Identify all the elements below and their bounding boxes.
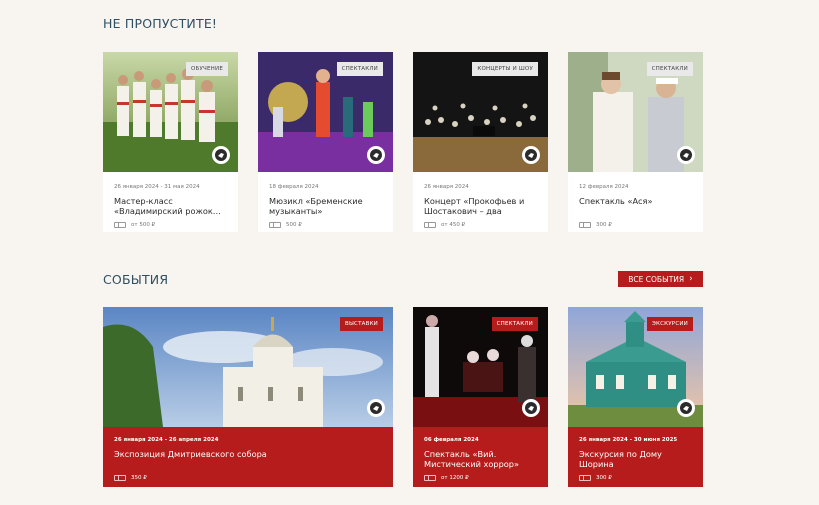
event-card[interactable]: ВЫСТАВКИ 26 января 2024 - 26 апреля 2024… (103, 307, 393, 487)
share-icon[interactable] (367, 399, 385, 417)
share-icon[interactable] (212, 146, 230, 164)
ticket-icon (579, 222, 591, 228)
event-price: 300 ₽ (579, 222, 692, 228)
event-price: от 450 ₽ (424, 222, 537, 228)
event-card[interactable]: ЭКСКУРСИИ 26 января 2024 - 30 июня 2025 … (568, 307, 703, 487)
event-title[interactable]: Мюзикл «Бременские музыканты» (269, 196, 382, 216)
event-date: 12 февраля 2024 (579, 184, 629, 190)
event-price: 500 ₽ (269, 222, 382, 228)
section-title-dont-miss: НЕ ПРОПУСТИТЕ! (103, 16, 218, 31)
price-value: от 500 ₽ (131, 222, 156, 228)
event-title[interactable]: Мастер-класс «Владимирский рожок… (114, 196, 227, 216)
event-title[interactable]: Спектакль «Ася» (579, 196, 692, 216)
price-value: от 450 ₽ (441, 222, 466, 228)
event-title[interactable]: Концерт «Прокофьев и Шостакович – два зе… (424, 196, 537, 216)
event-card[interactable]: КОНЦЕРТЫ И ШОУ 26 января 2024 Концерт «П… (413, 52, 548, 232)
category-badge: СПЕКТАКЛИ (491, 317, 538, 331)
share-icon[interactable] (677, 399, 695, 417)
event-card[interactable]: СПЕКТАКЛИ 18 февраля 2024 Мюзикл «Бремен… (258, 52, 393, 232)
price-value: 300 ₽ (596, 475, 612, 481)
all-events-button[interactable]: ВСЕ СОБЫТИЯ › (618, 271, 703, 287)
share-icon[interactable] (522, 146, 540, 164)
category-badge: СПЕКТАКЛИ (646, 62, 693, 76)
ticket-icon (424, 222, 436, 228)
event-title[interactable]: Спектакль «Вий. Мистический хоррор» (424, 449, 537, 469)
event-date: 26 января 2024 (424, 184, 469, 190)
price-value: 500 ₽ (286, 222, 302, 228)
share-icon[interactable] (522, 399, 540, 417)
chevron-right-icon: › (689, 273, 693, 284)
category-badge: КОНЦЕРТЫ И ШОУ (472, 62, 538, 76)
category-badge: СПЕКТАКЛИ (336, 62, 383, 76)
category-badge: ОБУЧЕНИЕ (185, 62, 228, 76)
event-date: 26 января 2024 - 31 мая 2024 (114, 184, 200, 190)
event-date: 18 февраля 2024 (269, 184, 319, 190)
ticket-icon (114, 475, 126, 481)
category-badge: ВЫСТАВКИ (340, 317, 383, 331)
ticket-icon (114, 222, 126, 228)
event-price: от 1200 ₽ (424, 475, 537, 481)
event-card[interactable]: СПЕКТАКЛИ 12 февраля 2024 Спектакль «Ася… (568, 52, 703, 232)
ticket-icon (424, 475, 436, 481)
category-badge: ЭКСКУРСИИ (646, 317, 693, 331)
event-price: от 500 ₽ (114, 222, 227, 228)
event-title[interactable]: Экспозиция Дмитриевского собора (114, 449, 382, 469)
price-value: от 1200 ₽ (441, 475, 469, 481)
all-events-label: ВСЕ СОБЫТИЯ (628, 274, 685, 284)
ticket-icon (579, 475, 591, 481)
event-card[interactable]: СПЕКТАКЛИ 06 февраля 2024 Спектакль «Вий… (413, 307, 548, 487)
event-date: 06 февраля 2024 (424, 437, 479, 443)
price-value: 350 ₽ (131, 475, 147, 481)
event-card[interactable]: ОБУЧЕНИЕ 26 января 2024 - 31 мая 2024 Ма… (103, 52, 238, 232)
share-icon[interactable] (677, 146, 695, 164)
section-title-events: СОБЫТИЯ (103, 272, 169, 287)
event-date: 26 января 2024 - 30 июня 2025 (579, 437, 678, 443)
event-price: 350 ₽ (114, 475, 382, 481)
event-date: 26 января 2024 - 26 апреля 2024 (114, 437, 219, 443)
event-title[interactable]: Экскурсия по Дому Шорина (579, 449, 692, 469)
ticket-icon (269, 222, 281, 228)
share-icon[interactable] (367, 146, 385, 164)
event-price: 300 ₽ (579, 475, 692, 481)
price-value: 300 ₽ (596, 222, 612, 228)
